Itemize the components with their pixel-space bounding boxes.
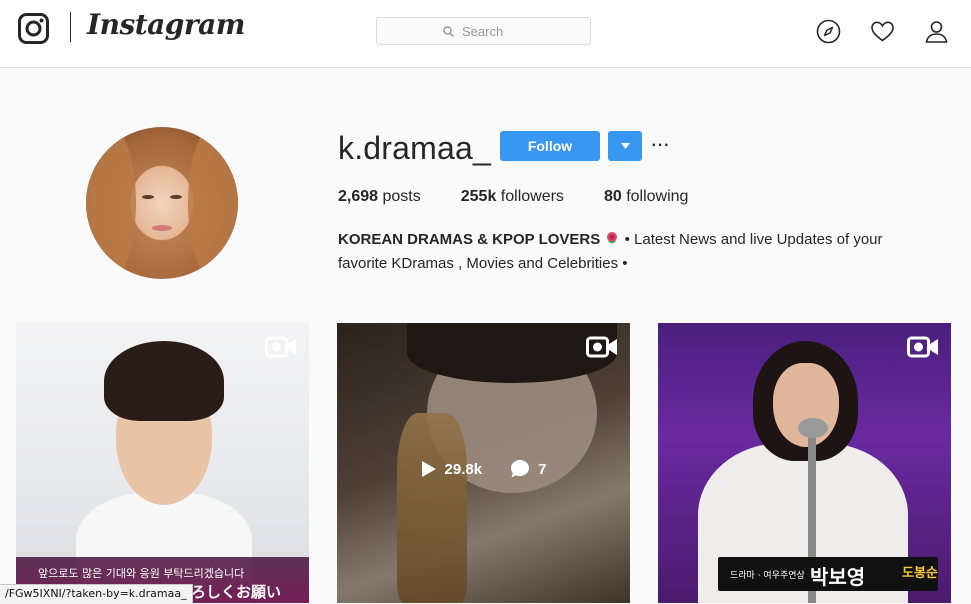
explore-compass-icon[interactable] — [816, 19, 841, 44]
instagram-camera-icon[interactable] — [18, 13, 49, 44]
post-image-subject — [104, 341, 224, 421]
instagram-wordmark[interactable]: Instagram — [87, 8, 245, 41]
profile-username: k.dramaa_ — [338, 130, 491, 166]
following-count: 80 — [603, 188, 622, 205]
post-image-microphone — [798, 418, 828, 438]
following-label: following — [626, 188, 689, 205]
post-thumbnail[interactable]: 앞으로도 많은 기대와 응원 부탁드리겠습니다 よろしくお願い — [16, 323, 309, 603]
search-input[interactable] — [460, 22, 524, 40]
award-banner-badge: 도봉순 — [902, 566, 938, 581]
bio-name: KOREAN DRAMAS & KPOP LOVERS — [338, 231, 601, 248]
profile-avatar[interactable] — [86, 127, 238, 279]
posts-label: posts — [382, 188, 421, 205]
post-thumbnail[interactable]: 드라마 · 여우주연상 박보영 도봉순 — [658, 323, 951, 603]
suggested-dropdown-button[interactable] — [608, 131, 642, 161]
play-icon — [421, 461, 436, 477]
top-navigation-bar: Instagram — [0, 0, 971, 68]
avatar-hair-left — [86, 127, 136, 279]
followers-count: 255k — [460, 188, 497, 205]
post-hover-stats: 29.8k 7 — [337, 459, 630, 479]
avatar-hair-right — [188, 127, 238, 279]
followers-label: followers — [500, 188, 564, 205]
comment-count-value: 7 — [538, 460, 547, 478]
video-camera-icon — [907, 336, 938, 358]
play-count: 29.8k — [421, 459, 483, 479]
avatar-eye — [170, 195, 182, 199]
video-camera-icon — [265, 336, 296, 358]
post-thumbnail[interactable]: 29.8k 7 — [337, 323, 630, 603]
avatar-eye — [142, 195, 154, 199]
profile-bio: KOREAN DRAMAS & KPOP LOVERS • Latest New… — [338, 228, 928, 276]
avatar-mouth — [152, 225, 172, 231]
browser-status-url: /FGw5IXNI/?taken-by=k.dramaa_ — [0, 584, 193, 604]
bio-description: • Latest News and live Updates of your — [624, 231, 883, 248]
award-banner: 드라마 · 여우주연상 박보영 도봉순 — [718, 557, 938, 591]
rose-emoji-icon — [607, 232, 618, 244]
follow-button[interactable]: Follow — [500, 131, 600, 161]
posts-stat: 2,698 posts — [338, 188, 421, 206]
award-banner-subtitle: 드라마 · 여우주연상 — [730, 571, 805, 581]
more-options-button[interactable]: ··· — [652, 133, 670, 159]
caret-down-icon — [620, 143, 630, 149]
following-stat[interactable]: 80 following — [604, 188, 689, 206]
award-banner-name: 박보영 — [810, 565, 866, 589]
activity-heart-icon[interactable] — [870, 19, 895, 44]
profile-user-icon[interactable] — [924, 19, 949, 44]
comment-count: 7 — [510, 459, 546, 479]
play-count-value: 29.8k — [444, 460, 483, 478]
bio-description-line2: favorite KDramas , Movies and Celebritie… — [338, 255, 628, 272]
logo-divider — [70, 12, 71, 42]
posts-count: 2,698 — [338, 188, 379, 205]
profile-stats: 2,698 posts 255k followers 80 following — [338, 188, 728, 206]
comment-bubble-icon — [511, 460, 530, 478]
video-camera-icon — [586, 336, 617, 358]
search-box[interactable] — [376, 17, 591, 45]
followers-stat[interactable]: 255k followers — [461, 188, 564, 206]
search-icon — [443, 25, 454, 37]
video-caption-text: 앞으로도 많은 기대와 응원 부탁드리겠습니다 — [38, 567, 245, 580]
